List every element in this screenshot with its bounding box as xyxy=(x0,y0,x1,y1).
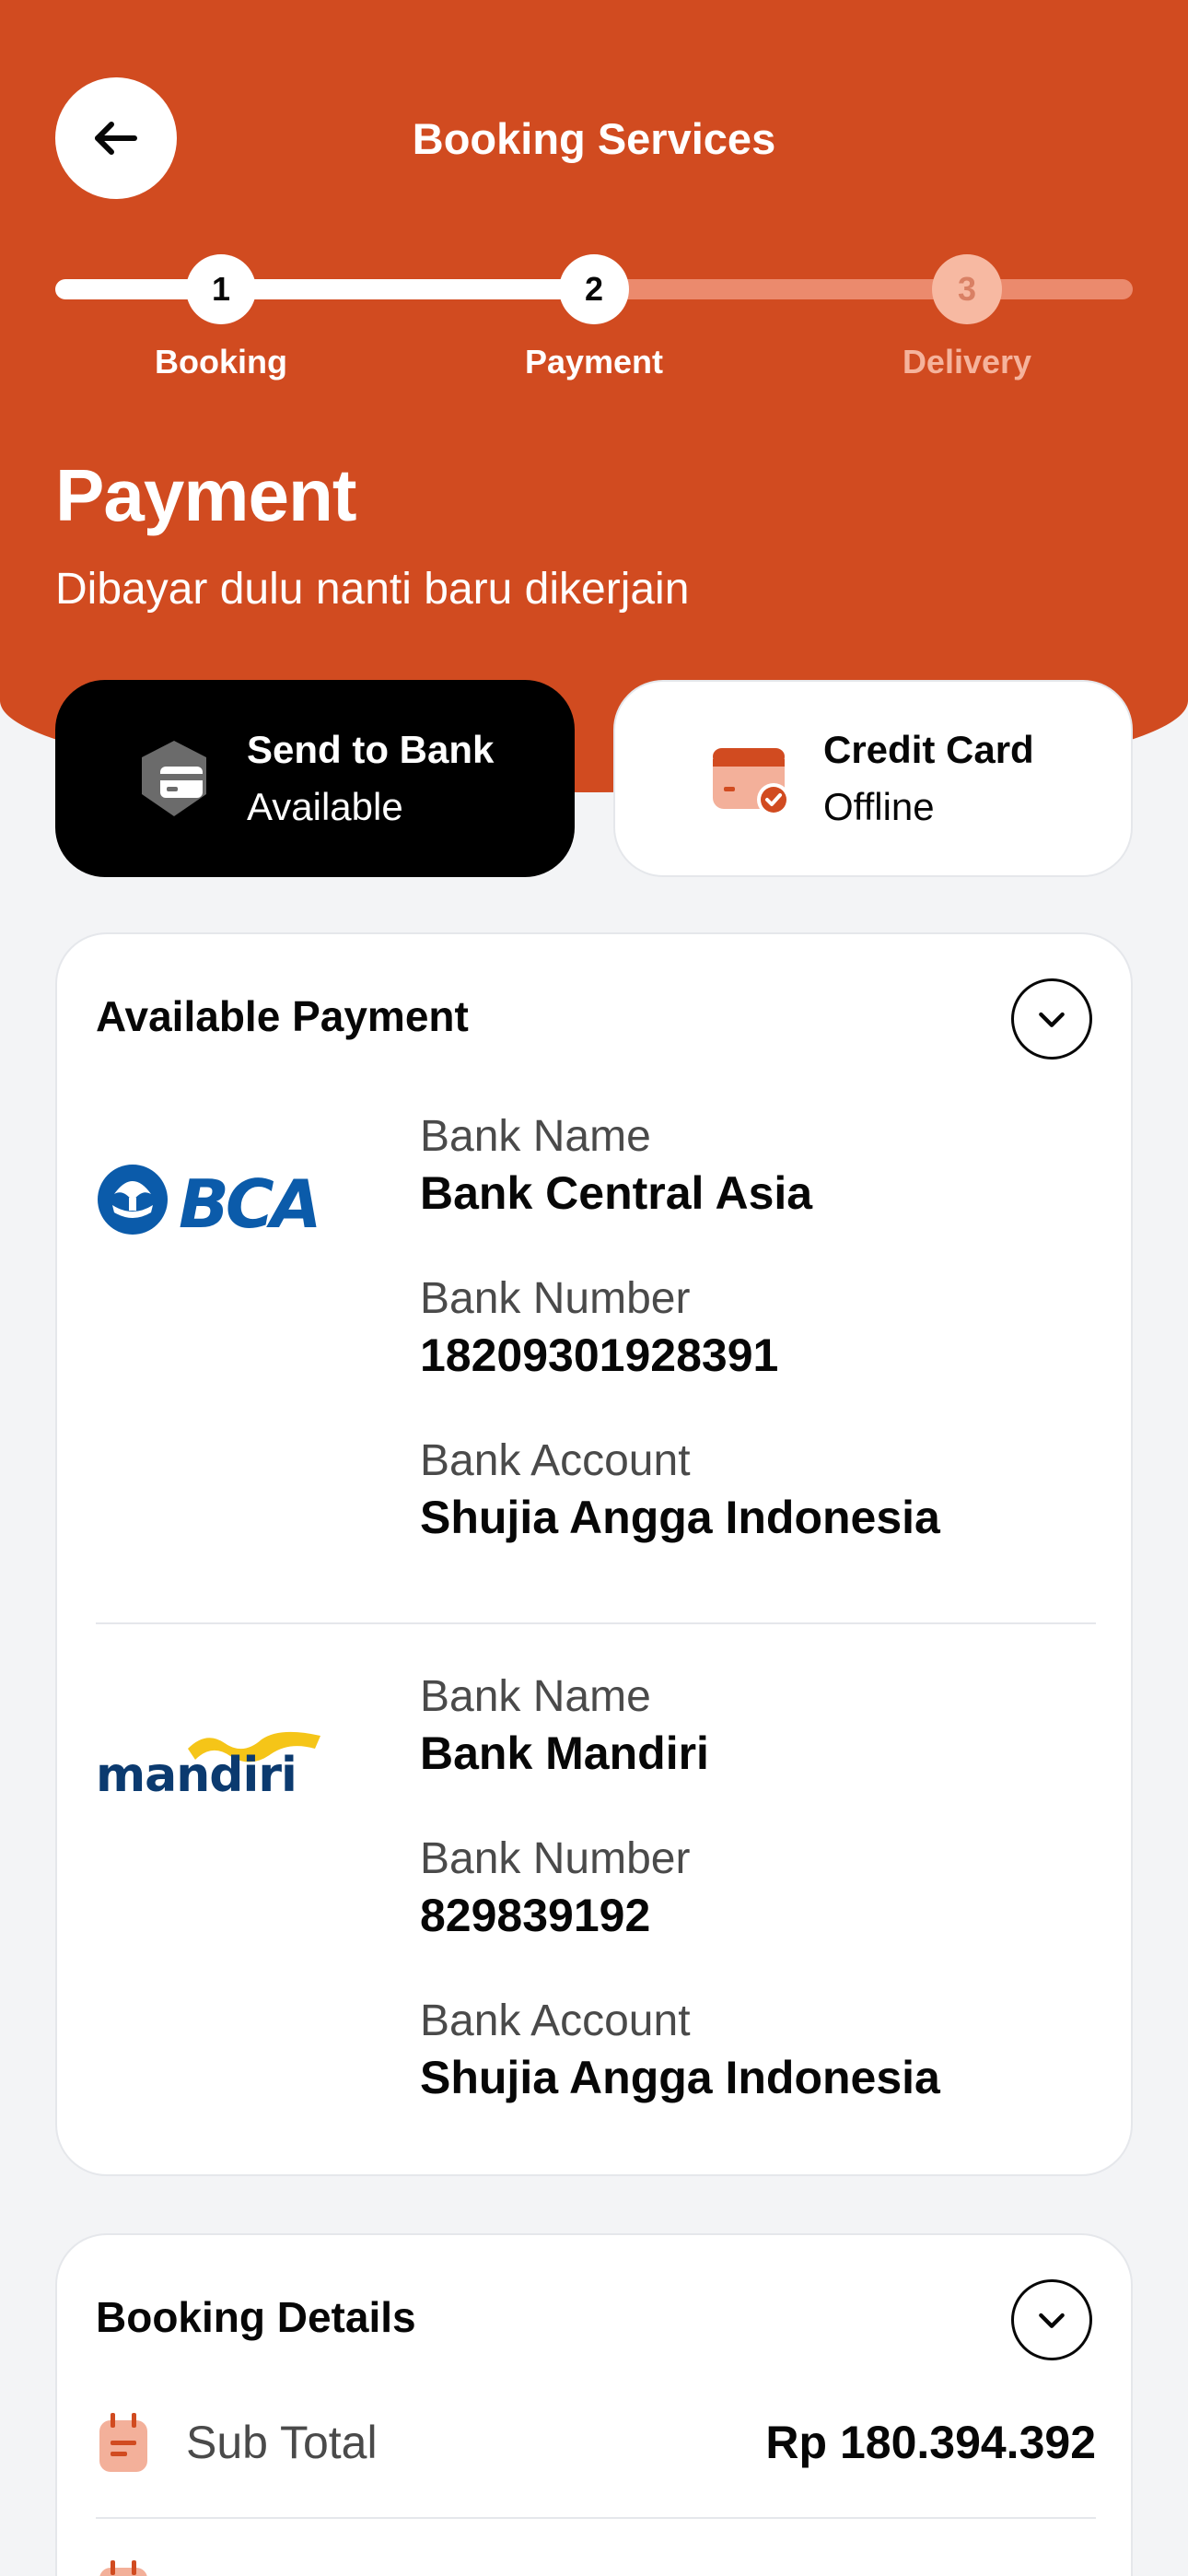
bank-account-value: Shujia Angga Indonesia xyxy=(420,2052,940,2103)
step-3-circle: 3 xyxy=(932,254,1002,324)
detail-row-sub-total: Sub Total Rp 180.394.392 xyxy=(96,2392,1096,2493)
bank-item-mandiri: mandiri Bank Name Bank Mandiri Bank Numb… xyxy=(96,1669,1096,2149)
credit-card-check-icon xyxy=(713,748,790,816)
bank-name-label: Bank Name xyxy=(420,1672,651,1721)
detail-row-next xyxy=(96,2539,1096,2576)
method-send-to-bank[interactable]: Send to Bank Available xyxy=(55,680,575,877)
page-title: Payment xyxy=(55,454,356,536)
bank-number-label: Bank Number xyxy=(420,1834,691,1883)
bank-fields: Bank Name Bank Central Asia Bank Number … xyxy=(420,1109,940,1596)
bca-logo: BCA xyxy=(98,1165,321,1238)
svg-text:BCA: BCA xyxy=(179,1165,318,1238)
bank-card-shield-icon xyxy=(142,741,206,816)
bank-name-value: Bank Mandiri xyxy=(420,1727,709,1779)
step-2-circle: 2 xyxy=(559,254,629,324)
note-icon xyxy=(99,2413,147,2472)
method-name: Send to Bank xyxy=(247,728,495,771)
screen-title: Booking Services xyxy=(412,113,776,163)
bank-number-value[interactable]: 18209301928391 xyxy=(420,1327,940,1384)
bank-name-label: Bank Name xyxy=(420,1112,651,1161)
available-payment-card: Available Payment BCA Bank Name Bank Cen… xyxy=(55,932,1133,2176)
chevron-down-icon xyxy=(1039,2313,1065,2328)
bank-account-value: Shujia Angga Indonesia xyxy=(420,1492,940,1543)
booking-details-card: Booking Details Sub Total Rp 180.394.392 xyxy=(55,2233,1133,2576)
step-1-circle: 1 xyxy=(186,254,256,324)
top-bar: Booking Services xyxy=(55,77,1133,199)
bank-fields: Bank Name Bank Mandiri Bank Number 82983… xyxy=(420,1669,940,2156)
bank-account-label: Bank Account xyxy=(420,1996,691,2045)
arrow-left-icon xyxy=(95,122,137,155)
method-status: Available xyxy=(247,785,403,828)
collapse-booking-details-button[interactable] xyxy=(1011,2279,1092,2360)
bank-account-label: Bank Account xyxy=(420,1436,691,1485)
step-3-label: Delivery xyxy=(902,343,1032,381)
stepper-track-remaining xyxy=(571,279,1133,299)
step-1-label: Booking xyxy=(155,343,287,381)
method-credit-card[interactable]: Credit Card Offline xyxy=(613,680,1133,877)
sub-total-label: Sub Total xyxy=(186,2417,378,2468)
booking-details-title: Booking Details xyxy=(96,2293,416,2341)
stepper-track-completed xyxy=(55,279,608,299)
bank-number-value[interactable]: 829839192 xyxy=(420,1887,940,1944)
bank-divider xyxy=(96,1622,1096,1624)
note-icon xyxy=(99,2560,147,2576)
chevron-down-icon xyxy=(1039,1012,1065,1027)
bank-name-value: Bank Central Asia xyxy=(420,1167,813,1219)
detail-divider xyxy=(96,2517,1096,2519)
mandiri-logo: mandiri xyxy=(96,1731,320,1803)
sub-total-value: Rp 180.394.392 xyxy=(765,2417,1096,2468)
bank-item-bca: BCA Bank Name Bank Central Asia Bank Num… xyxy=(96,1109,1096,1598)
step-2-label: Payment xyxy=(524,343,664,381)
method-status: Offline xyxy=(823,785,935,828)
svg-text:mandiri: mandiri xyxy=(96,1748,297,1803)
available-payment-title: Available Payment xyxy=(96,992,469,1040)
back-button[interactable] xyxy=(55,77,177,199)
bank-number-label: Bank Number xyxy=(420,1274,691,1323)
page-subtitle: Dibayar dulu nanti baru dikerjain xyxy=(55,565,690,614)
method-name: Credit Card xyxy=(823,728,1034,771)
collapse-available-payment-button[interactable] xyxy=(1011,978,1092,1060)
